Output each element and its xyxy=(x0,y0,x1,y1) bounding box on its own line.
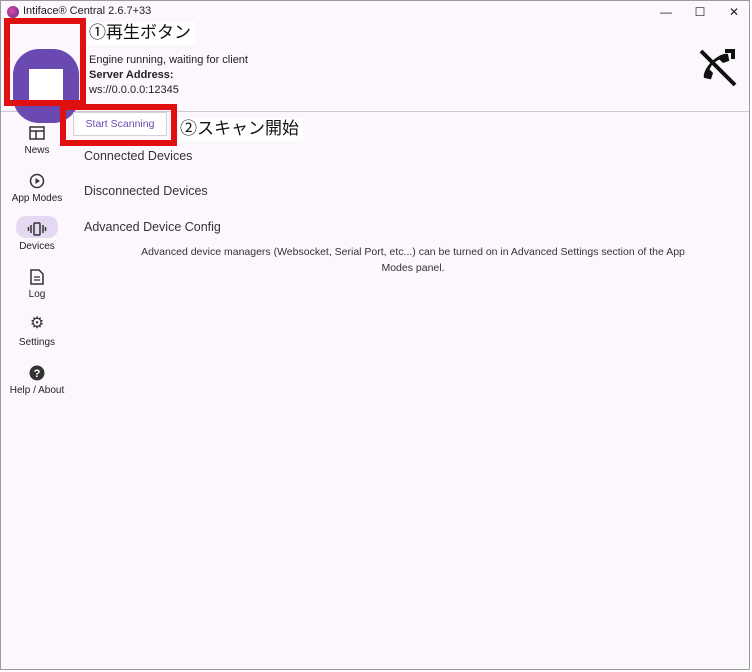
intiface-logo-icon xyxy=(7,6,19,18)
sidebar: News App Modes Devices Log ⚙ Settings ? … xyxy=(1,112,73,432)
play-circle-icon xyxy=(23,170,51,190)
sidebar-item-label: Help / About xyxy=(9,385,65,396)
minimize-button[interactable]: — xyxy=(649,1,683,23)
sidebar-item-settings[interactable]: ⚙ Settings xyxy=(1,314,73,348)
news-icon xyxy=(23,122,51,142)
document-icon xyxy=(23,266,51,286)
server-address-value: ws://0.0.0.0:12345 xyxy=(89,84,179,96)
advanced-config-note: Advanced device managers (Websocket, Ser… xyxy=(141,246,685,274)
advanced-device-config-heading[interactable]: Advanced Device Config xyxy=(84,220,221,234)
server-address-label: Server Address: xyxy=(89,69,174,81)
sidebar-item-devices[interactable]: Devices xyxy=(1,216,73,252)
vibration-icon xyxy=(16,216,58,238)
maximize-button[interactable]: ☐ xyxy=(683,1,717,23)
disconnected-devices-heading[interactable]: Disconnected Devices xyxy=(84,184,208,198)
start-scan-callout: ②スキャン開始 xyxy=(178,118,303,141)
sidebar-item-label: Log xyxy=(28,289,46,300)
sidebar-item-label: Devices xyxy=(19,241,55,252)
sidebar-item-label: App Modes xyxy=(11,193,63,204)
sidebar-item-help-about[interactable]: ? Help / About xyxy=(1,362,73,396)
gear-icon: ⚙ xyxy=(29,315,45,332)
window-title: Intiface® Central 2.6.7+33 xyxy=(23,5,152,17)
sidebar-item-app-modes[interactable]: App Modes xyxy=(1,170,73,204)
play-button-highlight xyxy=(4,18,86,106)
close-button[interactable]: ✕ xyxy=(717,1,749,23)
start-scan-highlight xyxy=(60,104,177,146)
play-button-callout: ①再生ボタン xyxy=(87,22,195,45)
sidebar-item-label: News xyxy=(24,145,50,156)
help-icon: ? xyxy=(23,362,51,382)
app-window: Intiface® Central 2.6.7+33 — ☐ ✕ Engine … xyxy=(0,0,750,670)
sidebar-item-log[interactable]: Log xyxy=(1,266,73,300)
title-bar: Intiface® Central 2.6.7+33 — ☐ ✕ xyxy=(1,1,749,23)
phone-disabled-icon xyxy=(699,49,737,87)
svg-text:?: ? xyxy=(34,368,41,380)
engine-status-text: Engine running, waiting for client xyxy=(89,54,248,66)
connected-devices-heading[interactable]: Connected Devices xyxy=(84,149,192,163)
sidebar-item-label: Settings xyxy=(18,337,56,348)
